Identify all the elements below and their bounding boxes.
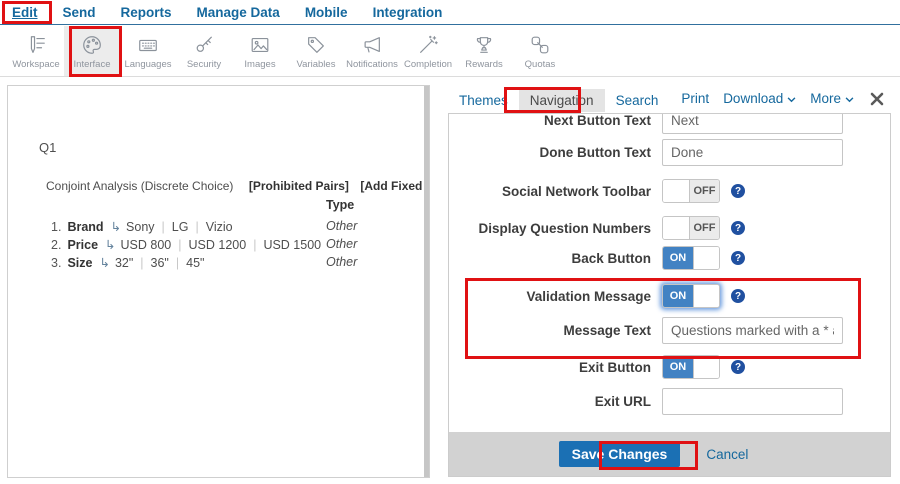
nav-item-edit[interactable]: Edit: [12, 5, 38, 20]
question-header: Conjoint Analysis (Discrete Choice) [Pro…: [46, 179, 430, 193]
question-code: Q1: [39, 140, 56, 155]
preview-scrollbar[interactable]: [424, 86, 429, 477]
question-type-label: Conjoint Analysis (Discrete Choice): [46, 179, 233, 193]
attribute-type: Other: [326, 255, 357, 269]
setting-row-social-network-toolbar: Social Network Toolbar OFF ?: [449, 179, 890, 203]
edit-toolbar: Workspace Interface Languages Security I…: [0, 26, 900, 77]
toolbar-item-interface[interactable]: Interface: [64, 26, 120, 76]
attribute-type: Other: [326, 219, 357, 233]
branch-arrow-icon: ↳: [105, 238, 115, 252]
notifications-megaphone-icon: [361, 33, 383, 57]
help-icon[interactable]: ?: [731, 289, 745, 303]
toolbar-item-notifications[interactable]: Notifications: [344, 26, 400, 76]
variables-tag-icon: [305, 33, 327, 57]
workspace-icon: [25, 33, 47, 57]
exit-button-toggle[interactable]: ON: [662, 355, 720, 379]
setting-row-done-button-text: Done Button Text: [449, 139, 890, 166]
toolbar-item-languages[interactable]: Languages: [120, 26, 176, 76]
setting-row-display-question-numbers: Display Question Numbers OFF ?: [449, 216, 890, 240]
top-nav: Edit Send Reports Manage Data Mobile Int…: [0, 0, 900, 25]
survey-preview-panel: Q1 Conjoint Analysis (Discrete Choice) […: [7, 85, 430, 478]
nav-item-reports[interactable]: Reports: [121, 5, 172, 20]
setting-row-next-button-text: Next Button Text: [449, 113, 890, 134]
branch-arrow-icon: ↳: [111, 220, 121, 234]
validation-message-toggle[interactable]: ON: [662, 284, 720, 308]
attribute-type: Other: [326, 237, 357, 251]
cancel-link[interactable]: Cancel: [706, 447, 748, 462]
nav-item-send[interactable]: Send: [63, 5, 96, 20]
toolbar-item-completion[interactable]: Completion: [400, 26, 456, 76]
chevron-down-icon: [845, 91, 854, 106]
toolbar-item-images[interactable]: Images: [232, 26, 288, 76]
completion-wand-icon: [417, 33, 439, 57]
attribute-row-brand: 1.Brand↳Sony|LG|Vizio Other: [8, 219, 429, 234]
nav-item-integration[interactable]: Integration: [373, 5, 443, 20]
social-network-toolbar-toggle[interactable]: OFF: [662, 179, 720, 203]
survey-editor-screen: Edit Send Reports Manage Data Mobile Int…: [0, 0, 900, 484]
setting-row-exit-url: Exit URL: [449, 388, 890, 415]
languages-keyboard-icon: [137, 33, 159, 57]
security-key-icon: [193, 33, 215, 57]
quotas-chain-icon: [529, 33, 551, 57]
done-button-text-input[interactable]: [662, 139, 843, 166]
setting-row-exit-button: Exit Button ON ?: [449, 355, 890, 379]
navigation-settings-panel: Next Button Text Done Button Text Social…: [448, 113, 891, 477]
help-icon[interactable]: ?: [731, 251, 745, 265]
rewards-trophy-icon: [473, 33, 495, 57]
tab-themes[interactable]: Themes: [448, 89, 519, 112]
more-link[interactable]: More: [810, 91, 854, 106]
panel-tab-bar: Themes Navigation Search Print Download …: [448, 87, 891, 113]
help-icon[interactable]: ?: [731, 360, 745, 374]
setting-row-validation-message: Validation Message ON ?: [449, 284, 890, 308]
close-icon[interactable]: [870, 92, 884, 106]
help-icon[interactable]: ?: [731, 184, 745, 198]
download-link[interactable]: Download: [723, 91, 796, 106]
print-link[interactable]: Print: [681, 91, 709, 106]
setting-row-back-button: Back Button ON ?: [449, 246, 890, 270]
display-question-numbers-toggle[interactable]: OFF: [662, 216, 720, 240]
nav-item-manage-data[interactable]: Manage Data: [197, 5, 280, 20]
toolbar-item-variables[interactable]: Variables: [288, 26, 344, 76]
help-icon[interactable]: ?: [731, 221, 745, 235]
toolbar-item-rewards[interactable]: Rewards: [456, 26, 512, 76]
type-column-header: Type: [326, 198, 354, 212]
tab-navigation[interactable]: Navigation: [519, 89, 605, 112]
message-text-input[interactable]: [662, 317, 843, 344]
panel-footer: Save Changes Cancel: [449, 432, 890, 476]
branch-arrow-icon: ↳: [99, 256, 109, 270]
nav-item-mobile[interactable]: Mobile: [305, 5, 348, 20]
toolbar-item-security[interactable]: Security: [176, 26, 232, 76]
panel-actions: Print Download More: [681, 91, 884, 106]
exit-url-input[interactable]: [662, 388, 843, 415]
back-button-toggle[interactable]: ON: [662, 246, 720, 270]
next-button-text-input[interactable]: [662, 113, 843, 134]
toolbar-item-quotas[interactable]: Quotas: [512, 26, 568, 76]
attribute-row-price: 2.Price↳USD 800|USD 1200|USD 1500 Other: [8, 237, 429, 252]
save-changes-button[interactable]: Save Changes: [559, 441, 681, 467]
toolbar-item-workspace[interactable]: Workspace: [8, 26, 64, 76]
prohibited-pairs-link[interactable]: [Prohibited Pairs]: [249, 179, 349, 193]
setting-row-message-text: Message Text: [449, 317, 890, 344]
tab-search[interactable]: Search: [605, 89, 670, 112]
images-picture-icon: [249, 33, 271, 57]
chevron-down-icon: [787, 91, 796, 106]
attribute-row-size: 3.Size↳32"|36"|45" Other: [8, 255, 429, 270]
add-fixed-tasks-link[interactable]: [Add Fixed Tasks: [360, 179, 430, 193]
interface-palette-icon: [81, 33, 103, 57]
